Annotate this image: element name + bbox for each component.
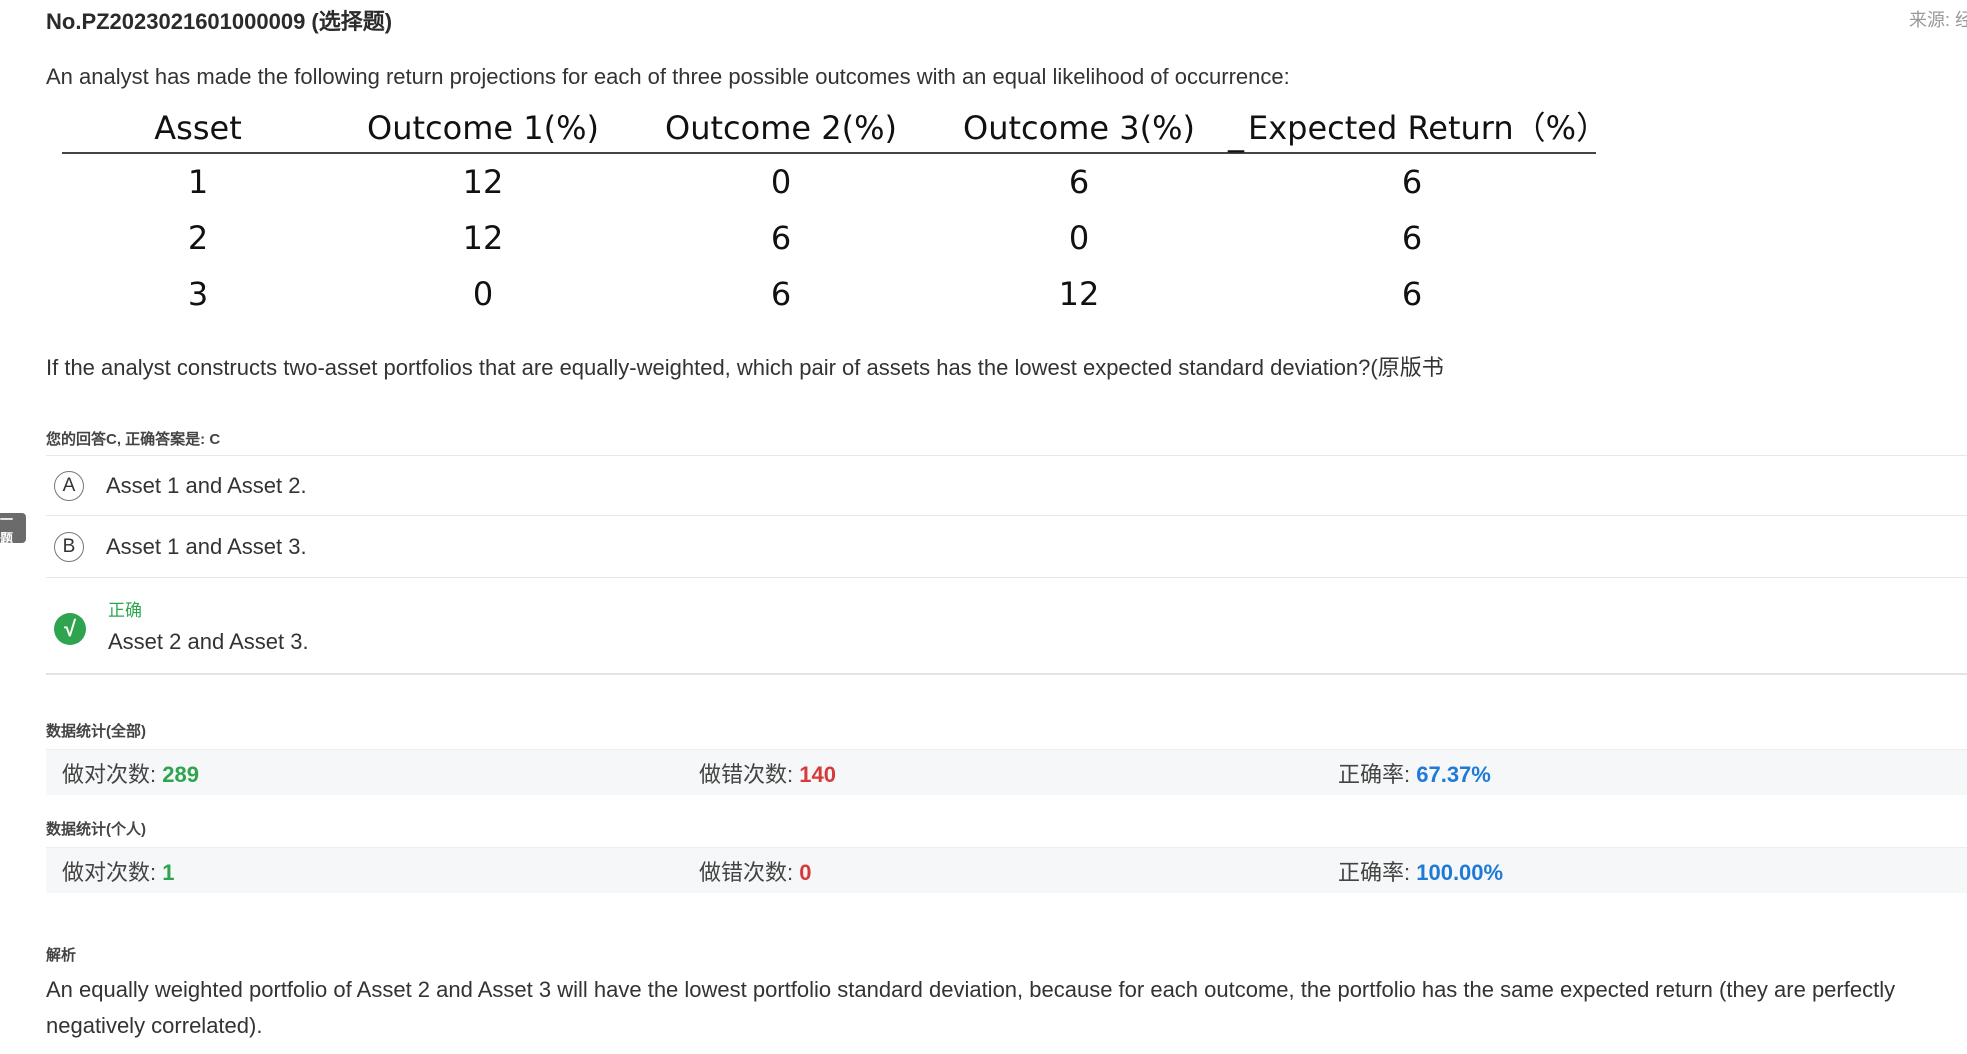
option-letter-badge: A [54, 470, 84, 501]
table-cell: 6 [1401, 219, 1423, 257]
table-cell: 6 [1401, 275, 1423, 313]
table-header-cell: Outcome 1(%) [367, 109, 599, 147]
analysis-label: 解析 [46, 947, 77, 964]
option-a[interactable]: A Asset 1 and Asset 2. [46, 455, 1967, 515]
stats-personal-bar: 做对次数: 1 做错次数: 0 正确率: 100.00% [46, 847, 1967, 893]
table-cell: 12 [1058, 275, 1100, 313]
stat-label: 做错次数: [699, 761, 800, 787]
question-intro: An analyst has made the following return… [46, 64, 1290, 89]
table-cell: 6 [770, 219, 792, 257]
stat-value: 67.37% [1416, 761, 1491, 787]
side-tab-button[interactable]: 一题 [0, 512, 26, 546]
return-projections-table: Asset Outcome 1(%) Outcome 2(%) Outcome … [62, 104, 1608, 322]
stat-value: 289 [162, 761, 199, 787]
stat-value: 100.00% [1416, 859, 1504, 885]
answer-status: 您的回答C, 正确答案是: C [46, 431, 221, 448]
stat-accuracy-rate: 正确率: 67.37% [1338, 757, 1491, 789]
stat-wrong-count: 做错次数: 140 [699, 757, 836, 789]
stats-personal-label: 数据统计(个人) [46, 821, 146, 838]
table-cell: 1 [187, 163, 209, 201]
option-text: Asset 1 and Asset 3. [106, 533, 307, 559]
stat-accuracy-rate: 正确率: 100.00% [1338, 855, 1503, 887]
table-cell: 12 [462, 163, 504, 201]
table-header-cell: Expected Return（%） [1248, 109, 1609, 147]
stat-label: 做错次数: [699, 859, 800, 885]
table-cell: 3 [187, 275, 209, 313]
text-cursor-mark: _ [1228, 115, 1244, 153]
table-cell: 6 [1068, 163, 1090, 201]
checkmark-icon: √ [54, 612, 86, 645]
table-cell: 6 [1401, 163, 1423, 201]
stat-label: 做对次数: [62, 859, 163, 885]
table-row: 1 12 0 6 6 [62, 154, 1596, 210]
analysis-text: An equally weighted portfolio of Asset 2… [46, 977, 1896, 1038]
table-row: 2 12 6 0 6 [62, 210, 1596, 266]
table-header-row: Asset Outcome 1(%) Outcome 2(%) Outcome … [62, 104, 1608, 154]
option-letter-badge: B [54, 531, 84, 562]
stats-all-label: 数据统计(全部) [46, 723, 146, 740]
table-cell: 0 [472, 275, 494, 313]
stats-all-bar: 做对次数: 289 做错次数: 140 正确率: 67.37% [46, 749, 1967, 795]
table-header-cell: Asset [154, 109, 242, 147]
stat-label: 正确率: [1338, 859, 1417, 885]
stat-value: 0 [799, 859, 812, 885]
stat-wrong-count: 做错次数: 0 [699, 855, 811, 887]
table-cell: 6 [770, 275, 792, 313]
table-header-cell: Outcome 3(%) [963, 109, 1195, 147]
table-cell: 2 [187, 219, 209, 257]
stat-correct-count: 做对次数: 1 [62, 855, 174, 887]
table-cell: 0 [1068, 219, 1090, 257]
correct-badge: 正确 [108, 601, 142, 620]
option-c[interactable]: √ 正确 Asset 2 and Asset 3. [46, 577, 1967, 675]
option-text: Asset 2 and Asset 3. [108, 629, 309, 654]
question-prompt: If the analyst constructs two-asset port… [46, 355, 1444, 380]
stat-value: 1 [162, 859, 175, 885]
stat-correct-count: 做对次数: 289 [62, 757, 199, 789]
table-row: 3 0 6 12 6 [62, 266, 1596, 322]
table-header-cell: Outcome 2(%) [665, 109, 897, 147]
option-b[interactable]: B Asset 1 and Asset 3. [46, 515, 1967, 577]
stat-value: 140 [799, 761, 836, 787]
option-text: Asset 1 and Asset 2. [106, 472, 307, 498]
question-id-title: No.PZ2023021601000009 (选择题) [46, 9, 393, 34]
stat-label: 正确率: [1338, 761, 1417, 787]
table-cell: 0 [770, 163, 792, 201]
source-label: 来源: 经 [1909, 10, 1967, 30]
table-cell: 12 [462, 219, 504, 257]
stat-label: 做对次数: [62, 761, 163, 787]
